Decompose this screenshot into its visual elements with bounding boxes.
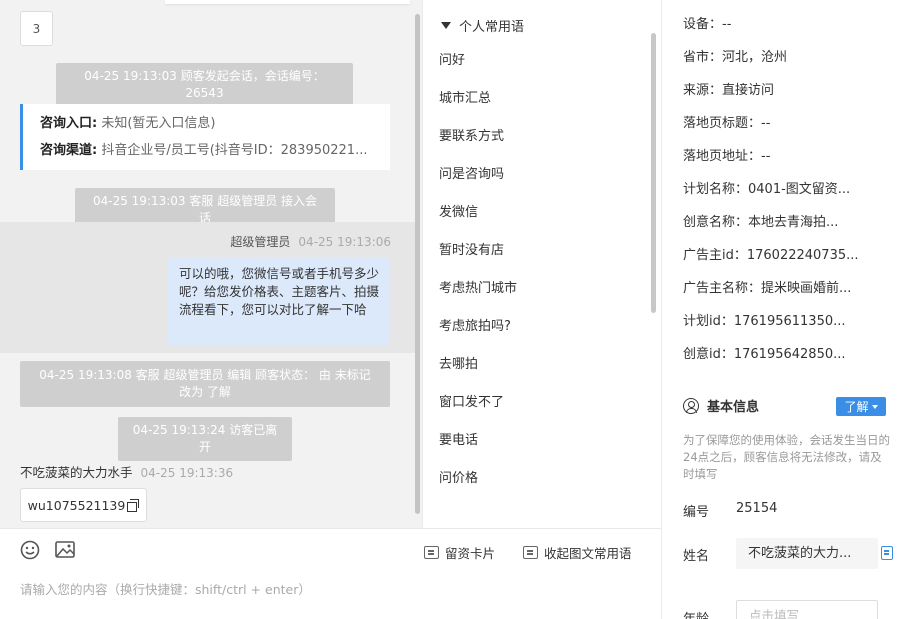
phrase-item[interactable]: 暂时没有店: [439, 232, 517, 270]
system-message-status-edit: 04-25 19:13:08 客服 超级管理员 编辑 顾客状态： 由 未标记 改…: [20, 361, 390, 407]
consult-entry-value: 未知(暂无入口信息): [101, 116, 216, 131]
visitor-message-meta: 不吃菠菜的大力水手 04-25 19:13:36: [20, 462, 233, 481]
phrase-group-header[interactable]: 个人常用语: [441, 16, 524, 35]
consult-channel-row: 咨询渠道: 抖音企业号/员工号(抖音号ID：283950221...: [40, 137, 390, 164]
phrase-item[interactable]: 城市汇总: [439, 80, 517, 118]
lead-card-button[interactable]: 留资卡片: [424, 543, 495, 562]
basic-info-title: 基本信息: [707, 400, 760, 415]
phrase-item[interactable]: 窗口发不了: [439, 384, 517, 422]
image-icon[interactable]: [54, 539, 76, 561]
region-field: 省市：河北，沧州: [683, 50, 788, 65]
consult-entry-row: 咨询入口: 未知(暂无入口信息): [40, 110, 390, 137]
name-label: 姓名: [683, 549, 710, 564]
smile-icon[interactable]: [19, 539, 41, 561]
phrase-item[interactable]: 发微信: [439, 194, 517, 232]
chat-panel: 3 04-25 19:13:03 顾客发起会话，会话编号：26543 咨询入口:…: [0, 0, 422, 528]
consult-channel-value: 抖音企业号/员工号(抖音号ID：283950221...: [101, 143, 368, 158]
basic-info-header: 基本信息: [683, 396, 759, 415]
quick-phrases-panel: 个人常用语 问好 城市汇总 要联系方式 问是咨询吗 发微信 暂时没有店 考虑热门…: [422, 0, 661, 528]
phrase-item[interactable]: 要联系方式: [439, 118, 517, 156]
agent-message-bubble: 可以的哦，您微信号或者手机号多少呢？给您发价格表、主题客片、拍摄流程看下，您可以…: [168, 257, 390, 345]
copy-icon[interactable]: [127, 499, 140, 512]
phrase-item[interactable]: 问价格: [439, 460, 517, 498]
agent-message-time: 04-25 19:13:06: [298, 235, 391, 249]
phrase-item[interactable]: 问是咨询吗: [439, 156, 517, 194]
collapse-phrases-label: 收起图文常用语: [544, 546, 632, 561]
lead-card-label: 留资卡片: [445, 546, 496, 561]
message-icon: [523, 546, 538, 559]
edit-deadline-notice: 为了保障您的使用体验，会话发生当日的24点之后，顾客信息将无法修改，请及时填写: [683, 433, 890, 481]
phrase-group-title: 个人常用语: [459, 20, 525, 35]
user-circle-icon: [683, 397, 699, 414]
customer-status-value: 了解: [844, 400, 869, 414]
name-field[interactable]: 不吃菠菜的大力...: [736, 538, 878, 569]
consult-entry-label: 咨询入口:: [40, 116, 98, 131]
agent-name: 超级管理员: [230, 235, 291, 249]
landing-url-field: 落地页地址：--: [683, 149, 771, 164]
system-message-visitor-left: 04-25 19:13:24 访客已离开: [118, 417, 292, 461]
consult-info-card: 咨询入口: 未知(暂无入口信息) 咨询渠道: 抖音企业号/员工号(抖音号ID：2…: [20, 104, 390, 170]
agent-message-meta: 超级管理员 04-25 19:13:06: [230, 233, 391, 250]
id-value: 25154: [736, 501, 778, 516]
visitor-name: 不吃菠菜的大力水手: [20, 465, 133, 480]
visitor-message-time: 04-25 19:13:36: [140, 466, 234, 480]
message-input[interactable]: 请输入您的内容（换行快捷键：shift/ctrl + enter）: [20, 579, 311, 598]
collapse-phrases-button[interactable]: 收起图文常用语: [523, 543, 632, 562]
system-message-session-start: 04-25 19:13:03 顾客发起会话，会话编号：26543: [56, 63, 353, 107]
age-label: 年龄: [683, 608, 709, 619]
advertiser-id-field: 广告主id：176022240735...: [683, 248, 859, 263]
customer-status-select[interactable]: 了解: [836, 397, 886, 416]
landing-title-field: 落地页标题：--: [683, 116, 771, 131]
device-field: 设备：--: [683, 17, 732, 32]
plan-id-field: 计划id：176195611350...: [683, 314, 846, 329]
phrase-list: 问好 城市汇总 要联系方式 问是咨询吗 发微信 暂时没有店 考虑热门城市 考虑旅…: [439, 42, 517, 498]
advertiser-name-field: 广告主名称：提米映画婚前...: [683, 281, 852, 296]
visitor-message-bubble[interactable]: wu1075521139: [20, 488, 147, 522]
chevron-down-icon: [871, 404, 878, 409]
phrase-item[interactable]: 考虑热门城市: [439, 270, 517, 308]
creative-id-field: 创意id：176195642850...: [683, 347, 846, 362]
age-input[interactable]: [736, 600, 878, 619]
previous-message-edge: [165, 0, 410, 4]
message-composer: 留资卡片 收起图文常用语 请输入您的内容（换行快捷键：shift/ctrl + …: [0, 528, 661, 619]
phrase-item[interactable]: 问好: [439, 42, 517, 80]
source-field: 来源：直接访问: [683, 83, 775, 98]
caret-down-icon: [441, 22, 451, 29]
phrases-scrollbar[interactable]: [651, 33, 656, 313]
card-icon: [424, 546, 439, 559]
phrase-item[interactable]: 考虑旅拍吗?: [439, 308, 517, 346]
creative-name-field: 创意名称：本地去青海拍...: [683, 215, 839, 230]
unread-count-badge[interactable]: 3: [20, 11, 53, 46]
plan-name-field: 计划名称：0401-图文留资...: [683, 182, 851, 197]
visitor-source-list: 设备：-- 省市：河北，沧州 来源：直接访问 落地页标题：-- 落地页地址：--…: [683, 8, 859, 371]
edit-icon[interactable]: [881, 546, 893, 560]
id-label: 编号: [683, 505, 710, 520]
phrase-item[interactable]: 去哪拍: [439, 346, 517, 384]
visitor-detail-panel: 设备：-- 省市：河北，沧州 来源：直接访问 落地页标题：-- 落地页地址：--…: [661, 0, 906, 619]
chat-scrollbar[interactable]: [415, 14, 420, 514]
phrase-item[interactable]: 要电话: [439, 422, 517, 460]
visitor-message-text: wu1075521139: [27, 497, 126, 513]
consult-channel-label: 咨询渠道:: [40, 143, 98, 158]
